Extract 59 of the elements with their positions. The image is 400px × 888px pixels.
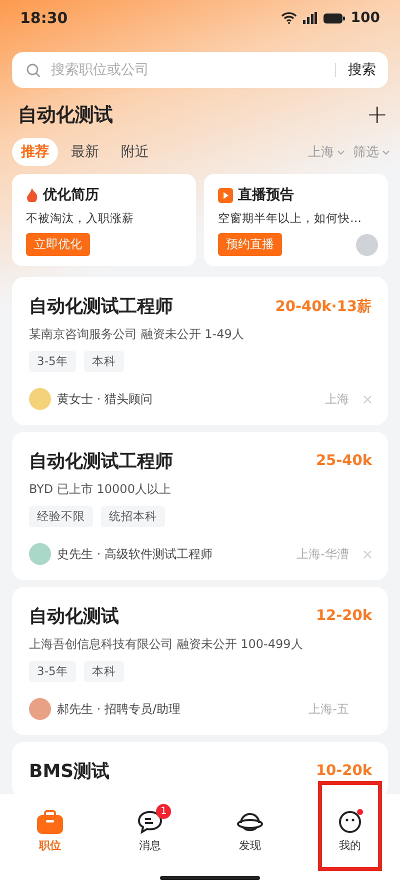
salary: 20-40k·13薪 [275,298,372,316]
close-icon[interactable] [363,394,372,404]
recruiter-name: 黄女士 · 猎头顾问 [57,390,154,408]
chat-icon [137,810,163,834]
status-time: 18:30 [20,9,68,27]
job-title: 自动化测试 [29,605,119,628]
job-title: 自动化测试工程师 [29,295,173,318]
play-icon [218,188,233,202]
filter-tab[interactable]: 最新 [62,138,108,166]
search-icon [26,62,41,78]
job-tag: 3-5年 [29,661,76,682]
close-icon[interactable] [363,550,372,558]
add-button[interactable]: + [366,102,388,128]
job-tag: 经验不限 [29,506,93,527]
job-location: 上海 [325,390,349,408]
job-card[interactable]: 自动化测试 12-20k 上海吾创信息科技有限公司 融资未公开 100-499人 3-5年 本科 郝先生 · 招聘专员/助理 上海-五 [12,587,388,735]
salary: 12-20k [316,608,372,624]
job-card[interactable]: BMS测试 10-20k [12,742,388,794]
caret-icon [382,150,390,154]
promo-subtitle: 不被淘汰，入职涨薪 [26,211,135,226]
nav-tab[interactable]: 1 消息 [120,806,180,857]
page-title: 自动化测试 [18,103,113,128]
company-info: 某南京咨询服务公司 融资未公开 1-49人 [29,326,245,343]
salary: 25-40k [316,453,372,469]
job-title: 自动化测试工程师 [29,450,173,473]
briefcase-icon [37,810,63,834]
job-title: BMS测试 [29,760,110,783]
job-tag: 本科 [84,661,124,682]
battery-level: 100 [350,10,380,26]
promo-title: 优化简历 [43,186,99,204]
promo-subtitle: 空窗期半年以上，如何快… [218,211,362,226]
search-button[interactable]: 搜索 [344,61,376,79]
signal-icon [302,12,317,24]
promo-card[interactable]: 优化简历 不被淘汰，入职涨薪 立即优化 [12,174,196,266]
job-location: 上海-华漕 [296,546,349,562]
search-field[interactable]: 搜索职位或公司 搜索 [12,52,388,88]
caret-icon [337,150,345,154]
battery-icon [322,12,345,24]
unread-badge: 1 [156,804,171,819]
flame-icon [26,188,38,202]
company-info: BYD 已上市 10000人以上 [29,481,172,498]
filter-tab[interactable]: 附近 [112,138,158,166]
promo-card[interactable]: 直播预告 空窗期半年以上，如何快… 预约直播 [204,174,388,266]
job-tag: 3-5年 [29,351,76,372]
face-icon [338,810,362,834]
job-tag: 本科 [84,351,124,372]
nav-tab[interactable]: 发现 [220,806,280,857]
planet-icon [236,810,264,834]
job-tag: 统招本科 [101,506,165,527]
job-card[interactable]: 自动化测试工程师 25-40k BYD 已上市 10000人以上 经验不限 统招本科 史先生 · 高级软件测试工程师 上海-华漕 [12,432,388,580]
company-info: 上海吾创信息科技有限公司 融资未公开 100-499人 [29,636,304,653]
recruiter-name: 郝先生 · 招聘专员/助理 [57,700,182,718]
promo-title: 直播预告 [238,186,294,204]
job-card[interactable]: 自动化测试工程师 20-40k·13薪 某南京咨询服务公司 融资未公开 1-49人 3-5年 本科 黄女士 · 猎头顾问 上海 [12,277,388,425]
nav-tab[interactable]: 我的 [320,806,380,857]
salary: 10-20k [316,763,372,779]
job-location: 上海-五 [308,700,349,718]
wifi-icon [280,12,297,24]
recruiter-name: 史先生 · 高级软件测试工程师 [57,546,214,562]
